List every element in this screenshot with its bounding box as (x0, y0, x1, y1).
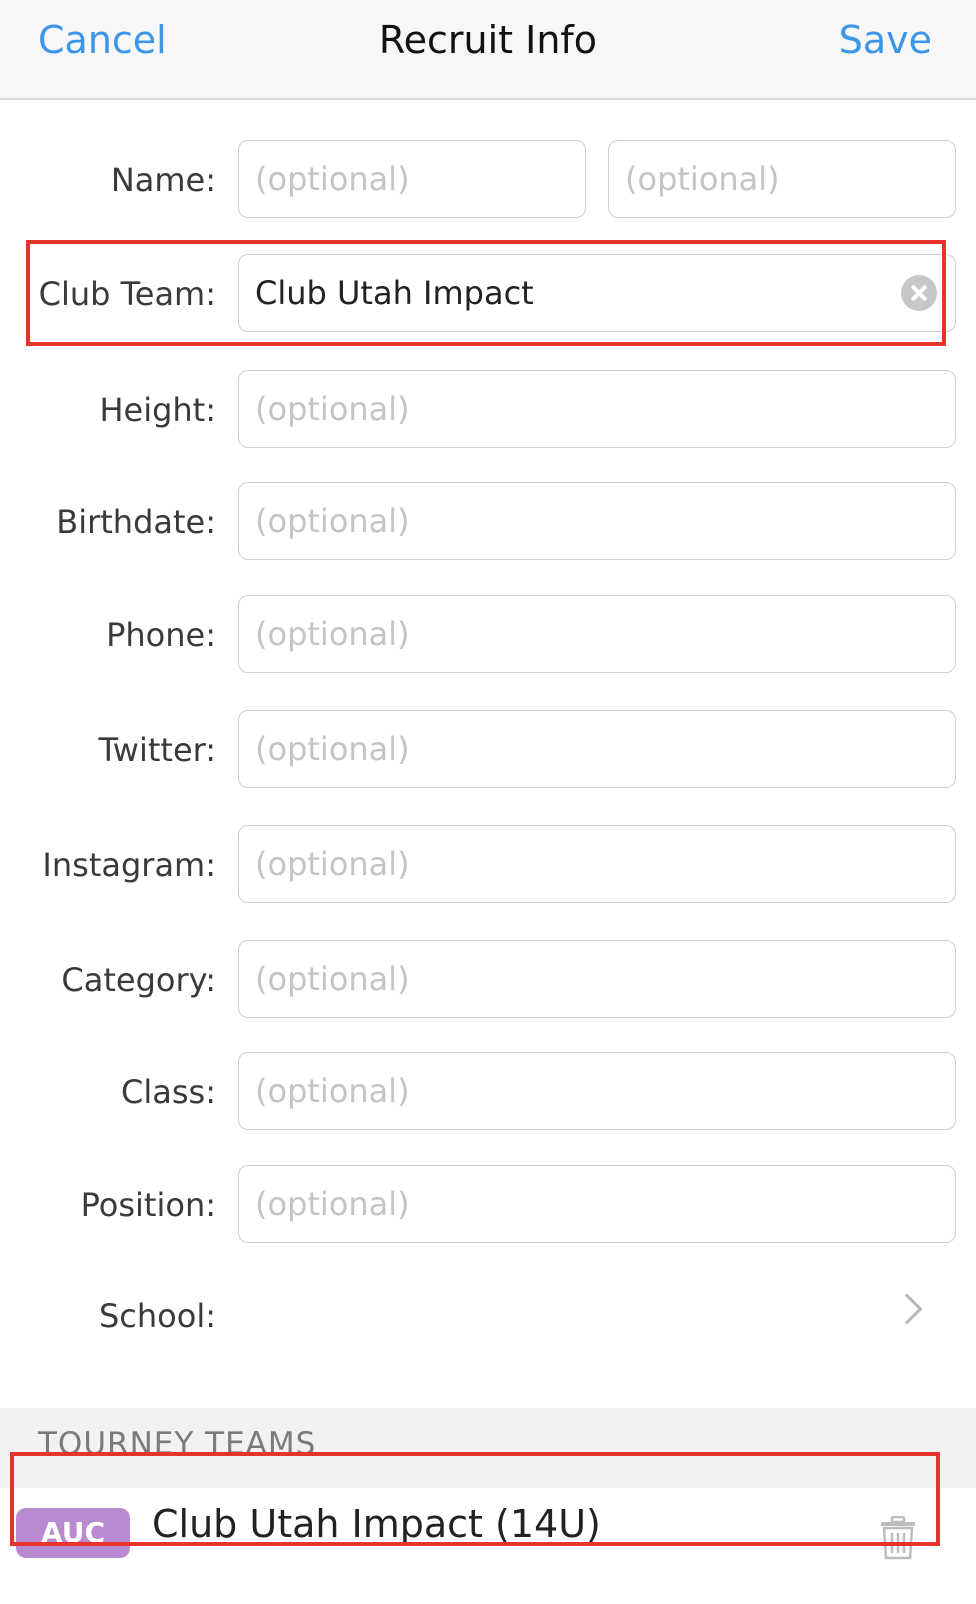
birthdate-row: Birthdate: (optional) (0, 482, 976, 562)
school-label: School: (98, 1297, 216, 1335)
position-row: Position: (optional) (0, 1165, 976, 1245)
nav-bar: Cancel Recruit Info Save (0, 0, 976, 100)
school-row[interactable]: School: (0, 1276, 976, 1356)
phone-label: Phone: (106, 616, 216, 654)
position-input[interactable]: (optional) (238, 1165, 956, 1243)
category-label: Category: (61, 961, 216, 999)
birthdate-label: Birthdate: (56, 503, 216, 541)
height-row: Height: (optional) (0, 370, 976, 450)
height-input[interactable]: (optional) (238, 370, 956, 448)
phone-row: Phone: (optional) (0, 595, 976, 675)
page-title: Recruit Info (378, 18, 598, 62)
category-input[interactable]: (optional) (238, 940, 956, 1018)
save-button[interactable]: Save (839, 18, 932, 62)
twitter-input[interactable]: (optional) (238, 710, 956, 788)
category-row: Category: (optional) (0, 940, 976, 1020)
phone-input[interactable]: (optional) (238, 595, 956, 673)
class-row: Class: (optional) (0, 1052, 976, 1132)
first-name-input[interactable]: (optional) (238, 140, 586, 218)
class-input[interactable]: (optional) (238, 1052, 956, 1130)
tourney-row-highlight (10, 1452, 940, 1546)
chevron-right-icon (891, 1293, 923, 1325)
position-label: Position: (80, 1186, 216, 1224)
height-label: Height: (99, 391, 216, 429)
name-label: Name: (110, 161, 216, 199)
twitter-row: Twitter: (optional) (0, 710, 976, 790)
instagram-input[interactable]: (optional) (238, 825, 956, 903)
twitter-label: Twitter: (98, 731, 216, 769)
instagram-label: Instagram: (42, 846, 216, 884)
class-label: Class: (121, 1073, 216, 1111)
club-team-highlight (26, 240, 946, 346)
instagram-row: Instagram: (optional) (0, 825, 976, 905)
birthdate-input[interactable]: (optional) (238, 482, 956, 560)
name-row: Name: (optional) (optional) (0, 140, 976, 220)
last-name-input[interactable]: (optional) (608, 140, 956, 218)
